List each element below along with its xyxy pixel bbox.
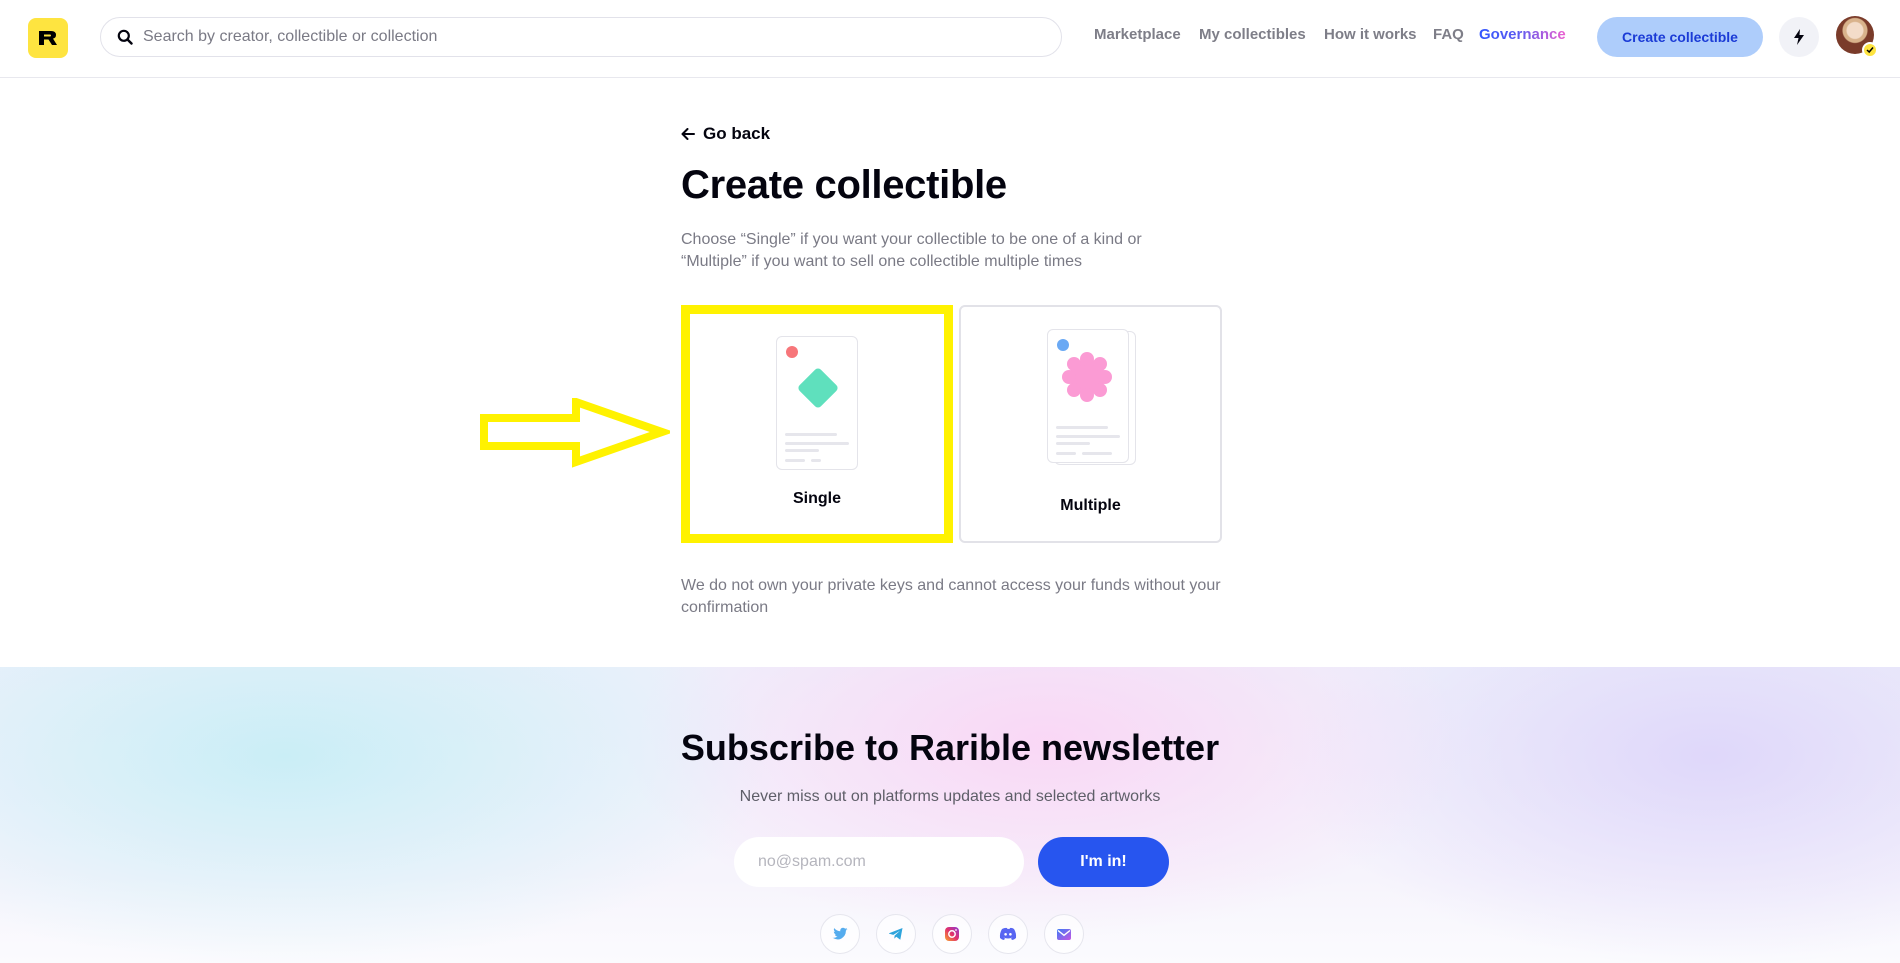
red-dot-icon bbox=[786, 346, 798, 358]
lightning-icon bbox=[1794, 29, 1804, 45]
arrow-left-icon bbox=[681, 128, 695, 140]
search-bar[interactable] bbox=[100, 17, 1062, 57]
single-option-label: Single bbox=[792, 490, 841, 507]
nav-faq[interactable]: FAQ bbox=[1433, 26, 1464, 46]
nav-how-it-works[interactable]: How it works bbox=[1324, 26, 1417, 46]
search-icon bbox=[117, 29, 133, 45]
instagram-icon[interactable] bbox=[932, 914, 972, 954]
newsletter-email-input[interactable] bbox=[734, 837, 1024, 887]
create-collectible-button[interactable]: Create collectible bbox=[1597, 17, 1763, 57]
multiple-option-label: Multiple bbox=[1060, 497, 1121, 514]
go-back-link[interactable]: Go back bbox=[681, 124, 770, 144]
single-preview-illustration bbox=[776, 336, 858, 470]
nav-my-collectibles[interactable]: My collectibles bbox=[1199, 26, 1306, 46]
multiple-option-card[interactable]: Multiple bbox=[959, 305, 1222, 543]
nav-governance[interactable]: Governance bbox=[1479, 26, 1566, 46]
telegram-icon[interactable] bbox=[876, 914, 916, 954]
newsletter-section: Subscribe to Rarible newsletter Never mi… bbox=[0, 667, 1900, 963]
flower-shape-icon bbox=[1062, 352, 1112, 402]
nav-marketplace[interactable]: Marketplace bbox=[1094, 26, 1181, 46]
verified-badge-icon bbox=[1862, 42, 1878, 58]
disclaimer-text: We do not own your private keys and cann… bbox=[681, 577, 1221, 616]
newsletter-subtitle: Never miss out on platforms updates and … bbox=[739, 788, 1161, 805]
highlight-arrow-icon bbox=[480, 398, 670, 468]
search-input[interactable] bbox=[143, 28, 1043, 46]
discord-icon[interactable] bbox=[988, 914, 1028, 954]
go-back-label: Go back bbox=[703, 124, 771, 143]
user-avatar[interactable] bbox=[1836, 16, 1878, 58]
page-title: Create collectible bbox=[681, 163, 1007, 207]
page-description: Choose “Single” if you want your collect… bbox=[681, 231, 1142, 270]
twitter-icon[interactable] bbox=[820, 914, 860, 954]
activity-button[interactable] bbox=[1779, 17, 1819, 57]
top-header: Marketplace My collectibles How it works… bbox=[0, 0, 1900, 78]
rarible-logo-icon[interactable] bbox=[28, 18, 68, 58]
mail-icon[interactable] bbox=[1044, 914, 1084, 954]
newsletter-submit-button[interactable]: I'm in! bbox=[1038, 837, 1169, 887]
single-option-card[interactable]: Single bbox=[681, 305, 953, 543]
multiple-preview-illustration bbox=[1047, 329, 1129, 463]
newsletter-title: Subscribe to Rarible newsletter bbox=[680, 727, 1220, 768]
diamond-shape-icon bbox=[798, 368, 838, 408]
